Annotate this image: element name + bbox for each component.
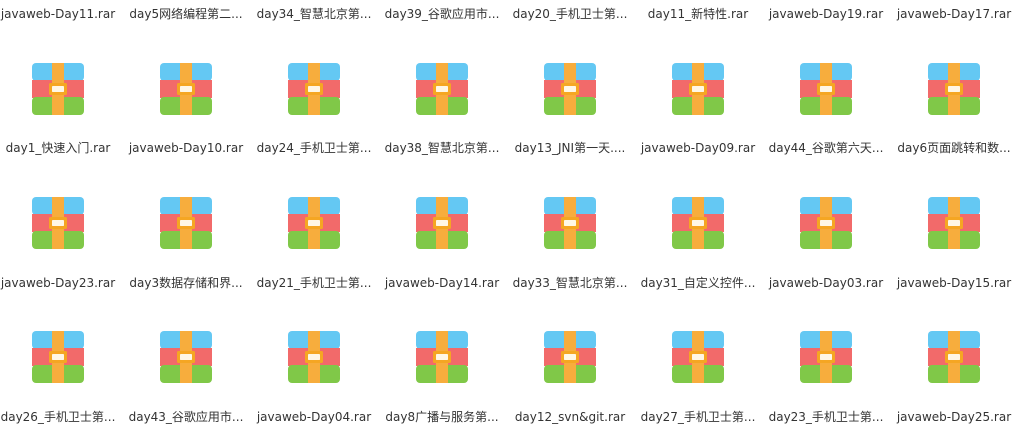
archive-icon [416, 331, 468, 383]
archive-icon [32, 63, 84, 115]
archive-icon [800, 331, 852, 383]
file-name-label: day27_手机卫士第... [640, 410, 756, 424]
file-item[interactable]: javaweb-Day25.rar [0, 0, 1011, 424]
archive-icon [160, 63, 212, 115]
archive-icon [800, 63, 852, 115]
file-name-label: day8广播与服务第... [385, 410, 499, 424]
file-name-label: javaweb-Day17.rar [896, 7, 1012, 21]
file-name-label: day11_新特性.rar [647, 7, 749, 21]
file-name-label: day21_手机卫士第... [256, 276, 372, 290]
file-name-label: day24_手机卫士第... [256, 141, 372, 155]
file-name-label: javaweb-Day19.rar [768, 7, 884, 21]
archive-icon [800, 197, 852, 249]
file-name-label: day12_svn&git.rar [514, 410, 626, 424]
file-name-label: javaweb-Day25.rar [896, 410, 1012, 424]
archive-icon [672, 331, 724, 383]
file-name-label: javaweb-Day15.rar [896, 276, 1012, 290]
file-name-label: day5网络编程第二... [129, 7, 243, 21]
archive-icon [288, 331, 340, 383]
archive-icon [160, 197, 212, 249]
archive-icon [928, 197, 980, 249]
file-name-label: day23_手机卫士第... [768, 410, 884, 424]
archive-icon [544, 331, 596, 383]
file-name-label: day44_谷歌第六天... [768, 141, 884, 155]
archive-icon [416, 197, 468, 249]
file-name-label: day20_手机卫士第... [512, 7, 628, 21]
file-name-label: javaweb-Day03.rar [768, 276, 884, 290]
archive-icon [672, 197, 724, 249]
archive-icon [928, 63, 980, 115]
file-grid: javaweb-Day11.rar day5网络编程第二... day34_智慧北京… [0, 0, 1028, 433]
archive-icon [928, 331, 980, 383]
file-name-label: day3数据存储和界... [129, 276, 243, 290]
file-name-label: day31_自定义控件... [640, 276, 756, 290]
file-name-label: day39_谷歌应用市... [384, 7, 500, 21]
file-name-label: javaweb-Day14.rar [384, 276, 500, 290]
archive-icon [288, 197, 340, 249]
file-name-label: day34_智慧北京第... [256, 7, 372, 21]
file-name-label: javaweb-Day10.rar [128, 141, 244, 155]
file-name-label: day13_JNI第一天.... [514, 141, 626, 155]
archive-icon [544, 197, 596, 249]
file-name-label: day33_智慧北京第... [512, 276, 628, 290]
archive-icon [544, 63, 596, 115]
file-name-label: day26_手机卫士第... [0, 410, 116, 424]
file-name-label: day38_智慧北京第... [384, 141, 500, 155]
file-name-label: day1_快速入门.rar [5, 141, 111, 155]
archive-icon [160, 331, 212, 383]
file-name-label: day6页面跳转和数... [897, 141, 1011, 155]
archive-icon [416, 63, 468, 115]
archive-icon [672, 63, 724, 115]
file-name-label: day43_谷歌应用市... [128, 410, 244, 424]
archive-icon [288, 63, 340, 115]
archive-icon [32, 331, 84, 383]
archive-icon [32, 197, 84, 249]
file-name-label: javaweb-Day09.rar [640, 141, 756, 155]
file-name-label: javaweb-Day23.rar [0, 276, 116, 290]
file-name-label: javaweb-Day04.rar [256, 410, 372, 424]
